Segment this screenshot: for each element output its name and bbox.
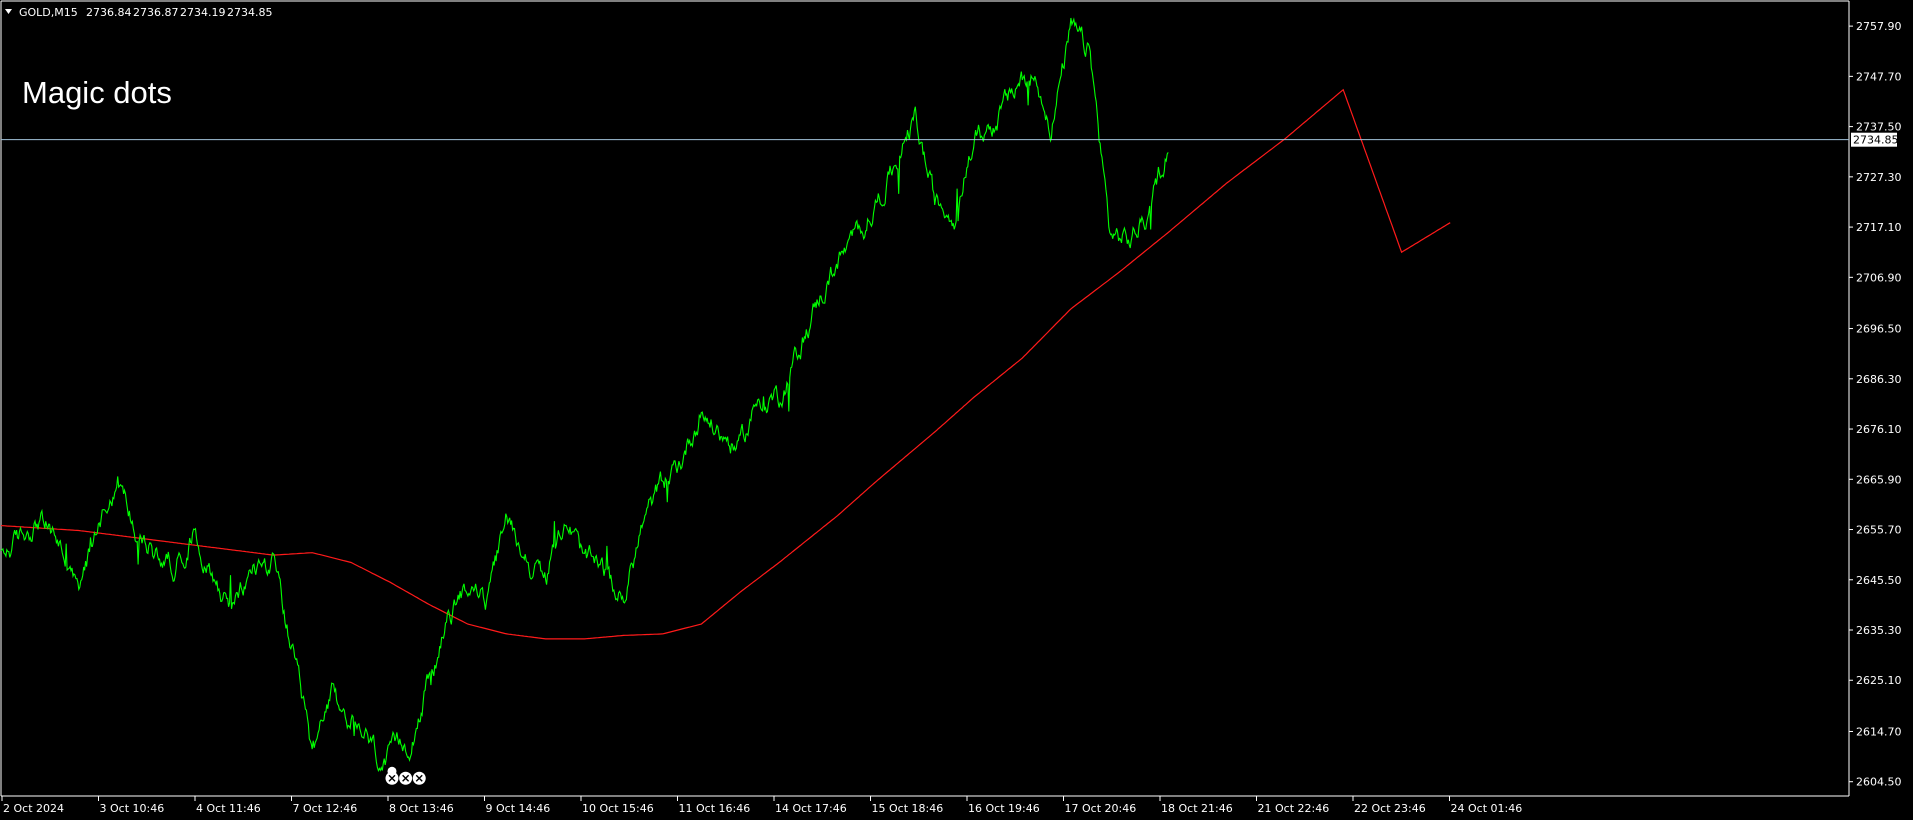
y-tick-label: 2747.70 <box>1856 70 1902 83</box>
x-tick-label: 8 Oct 13:46 <box>389 802 454 815</box>
y-tick-label: 2665.90 <box>1856 473 1902 486</box>
x-tick-label: 21 Oct 22:46 <box>1258 802 1330 815</box>
y-tick-label: 2706.90 <box>1856 271 1902 284</box>
y-tick-label: 2645.50 <box>1856 574 1902 587</box>
x-tick-label: 11 Oct 16:46 <box>679 802 751 815</box>
x-tick-label: 24 Oct 01:46 <box>1451 802 1523 815</box>
x-tick-label: 15 Oct 18:46 <box>872 802 944 815</box>
ohlc-low: 2734.19 <box>180 6 226 19</box>
ohlc-high: 2736.87 <box>133 6 179 19</box>
y-tick-label: 2696.50 <box>1856 323 1902 336</box>
ohlc-open: 2736.84 <box>86 6 132 19</box>
x-tick-label: 22 Oct 23:46 <box>1354 802 1426 815</box>
x-tick-label: 7 Oct 12:46 <box>293 802 358 815</box>
y-tick-label: 2655.70 <box>1856 524 1902 537</box>
y-tick-label: 2604.50 <box>1856 776 1902 789</box>
y-tick-label: 2686.30 <box>1856 373 1902 386</box>
overlay-title: Magic dots <box>22 75 172 110</box>
magic-dot-extra <box>387 766 397 776</box>
y-tick-label: 2737.50 <box>1856 121 1902 134</box>
y-tick-label: 2625.10 <box>1856 674 1902 687</box>
y-tick-label: 2717.10 <box>1856 221 1902 234</box>
current-price-tag: 2734.85 <box>1851 132 1899 147</box>
x-tick-label: 14 Oct 17:46 <box>775 802 847 815</box>
x-tick-label: 2 Oct 2024 <box>3 802 64 815</box>
magic-dot-marker <box>412 771 426 785</box>
x-tick-label: 16 Oct 19:46 <box>968 802 1040 815</box>
x-tick-label: 3 Oct 10:46 <box>100 802 165 815</box>
magic-dot-marker <box>399 771 413 785</box>
x-tick-label: 9 Oct 14:46 <box>486 802 551 815</box>
y-tick-label: 2635.30 <box>1856 624 1902 637</box>
y-tick-label: 2757.90 <box>1856 20 1902 33</box>
current-price-label: 2734.85 <box>1853 134 1899 147</box>
x-tick-label: 18 Oct 21:46 <box>1161 802 1233 815</box>
y-tick-label: 2614.70 <box>1856 725 1902 738</box>
x-tick-label: 17 Oct 20:46 <box>1065 802 1137 815</box>
price-chart[interactable]: 2757.90 2747.70 2737.50 2727.30 2717.10 2706.… <box>0 0 1913 820</box>
x-tick-label: 4 Oct 11:46 <box>196 802 261 815</box>
y-tick-label: 2727.30 <box>1856 171 1902 184</box>
y-tick-label: 2676.10 <box>1856 423 1902 436</box>
chart-background <box>0 0 1913 820</box>
symbol-header[interactable]: GOLD,M15 2736.84 2736.87 2734.19 2734.85 <box>5 6 273 19</box>
x-tick-label: 10 Oct 15:46 <box>582 802 654 815</box>
ohlc-close: 2734.85 <box>227 6 273 19</box>
symbol-name: GOLD,M15 <box>19 6 78 19</box>
